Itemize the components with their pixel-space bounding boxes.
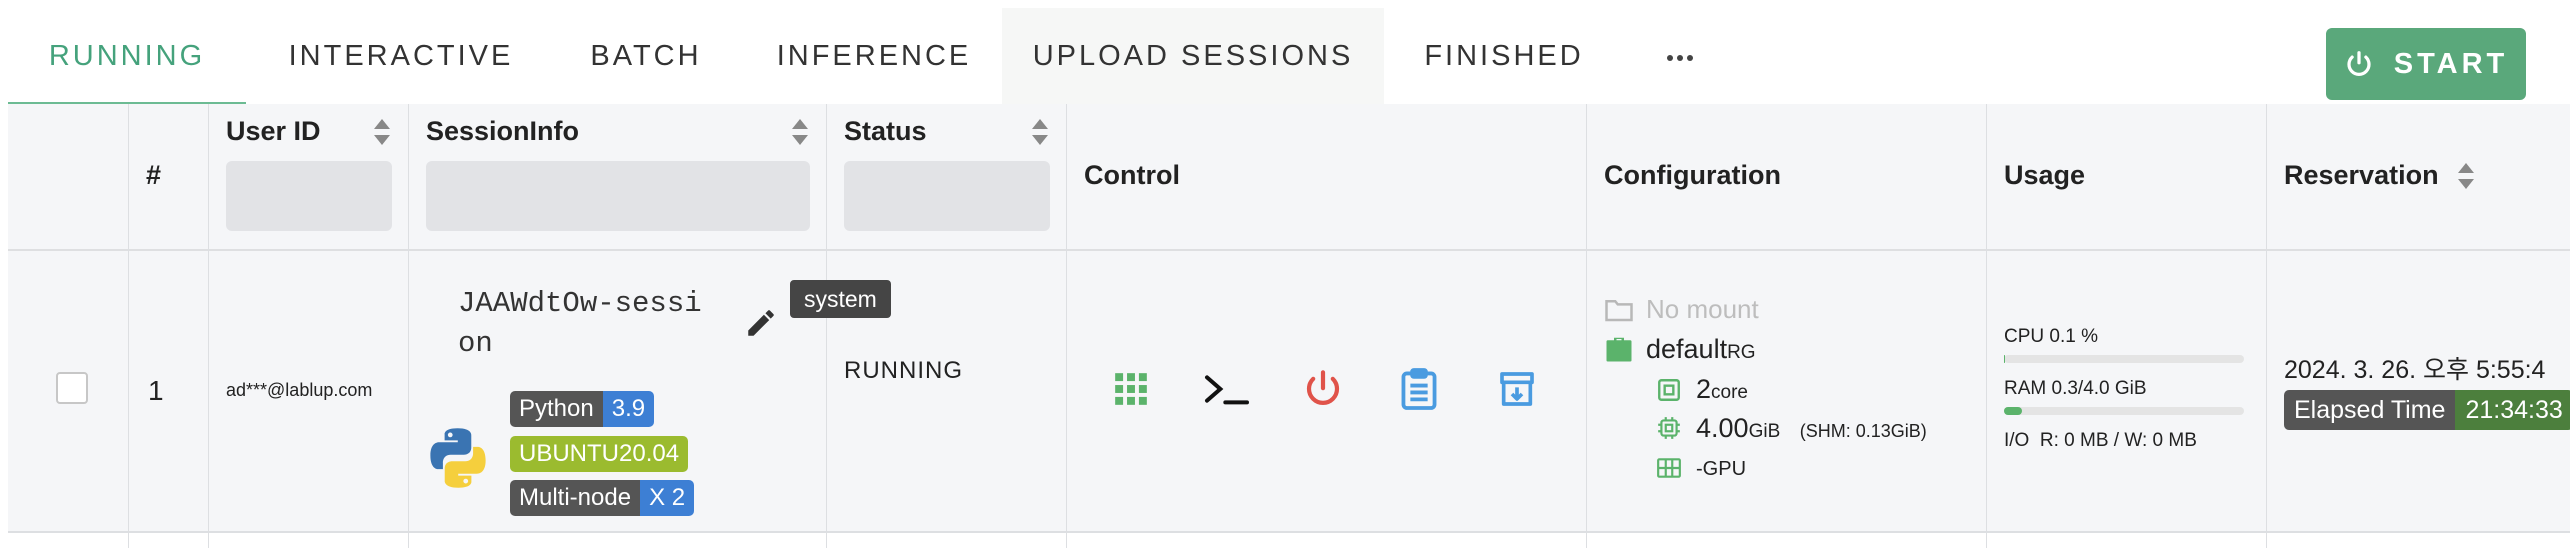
header-index: # [146,160,162,190]
cluster-mode-tag: Multi-node X 2 [510,480,695,516]
cluster-size: X 2 [640,480,695,516]
row-divider [8,531,2570,533]
gpu-icon [1657,458,1681,478]
tab-interactive[interactable]: INTERACTIVE [246,8,556,104]
power-icon [2347,51,2371,76]
sort-icon[interactable] [2458,163,2474,189]
column-divider [1986,104,1987,548]
cpu-unit: core [1711,382,1748,403]
sort-icon[interactable] [1032,119,1048,145]
io-value: R: 0 MB / W: 0 MB [2039,430,2197,451]
language-tag: Python 3.9 [510,391,655,427]
session-name: JAAWdtOw-session [458,287,702,360]
table-row [8,251,2570,531]
resource-group-suffix: RG [1727,342,1756,363]
status-filter-input[interactable] [844,161,1050,231]
column-divider [1066,104,1067,548]
column-divider [2266,104,2267,548]
header-configuration: Configuration [1604,160,1781,190]
gpu-allocation: -GPU [1696,458,1746,481]
cluster-mode: Multi-node [510,480,641,516]
edit-pencil-icon[interactable] [744,306,778,340]
gpu-value: - [1696,458,1703,480]
memory-unit: GiB [1748,421,1781,442]
header-control: Control [1084,160,1180,190]
tooltip: system [790,280,891,318]
briefcase-icon [1606,337,1632,362]
elapsed-time-value: 21:34:33 [2455,390,2570,430]
language-version: 3.9 [602,391,655,427]
elapsed-time-badge: Elapsed Time 21:34:33 [2284,390,2570,430]
cpu-allocation: 2core [1696,374,1748,405]
shm-value: (SHM: 0.13GiB) [1799,421,1927,441]
io-usage: I/O R: 0 MB / W: 0 MB [2004,430,2197,452]
header-status[interactable]: Status [844,116,927,147]
download-icon[interactable] [1492,364,1542,414]
start-button[interactable]: START [2326,28,2526,100]
reservation-datetime: 2024. 3. 26. 오후 5:55:4 [2284,356,2546,384]
sort-icon[interactable] [792,119,808,145]
tab-running[interactable]: RUNNING [8,8,246,106]
language-name: Python [510,391,603,427]
column-divider [208,104,209,548]
os-tag: UBUNTU20.04 [510,436,689,472]
folder-icon [1605,300,1633,322]
log-icon[interactable] [1394,364,1444,414]
tab-upload-sessions[interactable]: UPLOAD SESSIONS [1002,8,1384,104]
sort-icon[interactable] [374,119,390,145]
column-divider [826,104,827,548]
cpu-icon [1658,379,1680,401]
row-index: 1 [148,375,164,406]
column-divider [128,104,129,548]
python-logo-icon [430,428,486,488]
start-button-label: START [2393,47,2509,80]
os-name: UBUNTU20.04 [510,436,689,472]
apps-icon[interactable] [1106,364,1156,414]
header-reservation[interactable]: Reservation [2284,160,2439,191]
header-usage: Usage [2004,160,2086,190]
resource-group: defaultRG [1646,334,1756,365]
memory-icon [1658,417,1680,439]
memory-value: 4.00 [1696,413,1749,443]
user-id: ad***@lablup.com [226,380,373,400]
column-divider [408,104,409,548]
user-id-filter-input[interactable] [226,161,392,231]
header-user-id[interactable]: User ID [226,116,321,147]
tab-inference[interactable]: INFERENCE [736,8,1012,104]
ram-usage-label: RAM 0.3/4.0 GiB [2004,378,2147,399]
elapsed-time-label: Elapsed Time [2284,390,2456,430]
status-text: RUNNING [844,357,963,384]
resource-group-name: default [1646,334,1728,364]
io-label: I/O [2004,430,2030,451]
table-header [8,104,2570,251]
terminal-icon[interactable] [1202,364,1252,414]
memory-allocation: 4.00GiB (SHM: 0.13GiB) [1696,413,1927,444]
ellipsis-icon[interactable] [1660,38,1700,78]
tab-batch[interactable]: BATCH [556,8,736,104]
row-select-checkbox[interactable] [56,372,88,404]
tab-finished[interactable]: FINISHED [1384,8,1624,104]
session-info-filter-input[interactable] [426,161,810,231]
column-divider [1586,104,1587,548]
ram-usage-bar [2004,407,2244,415]
header-session-info[interactable]: SessionInfo [426,116,579,147]
ram-usage-fill [2004,407,2022,415]
mount-status: No mount [1646,294,1759,324]
session-tabbar: RUNNING INTERACTIVE BATCH INFERENCE UPLO… [8,8,2570,106]
cpu-usage-label: CPU 0.1 % [2004,326,2098,347]
cpu-usage-bar [2004,355,2244,363]
gpu-unit: GPU [1702,458,1747,480]
cpu-value: 2 [1696,374,1712,404]
session-list-page: RUNNING INTERACTIVE BATCH INFERENCE UPLO… [0,0,2570,548]
power-icon[interactable] [1298,364,1348,414]
